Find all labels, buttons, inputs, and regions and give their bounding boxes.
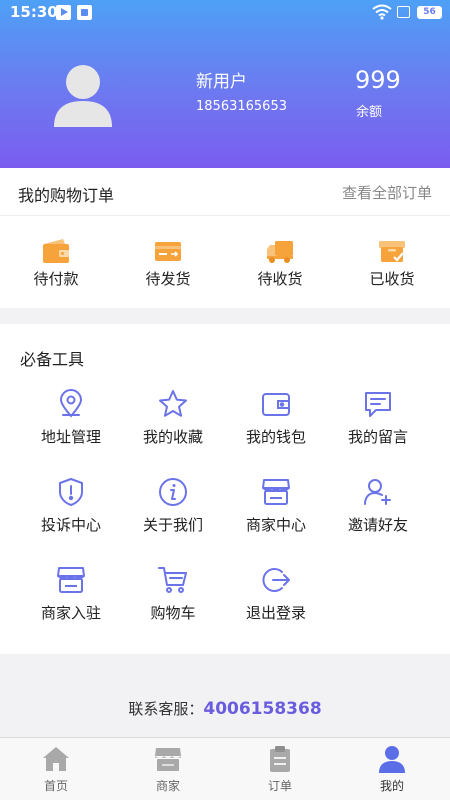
play-notification-icon: [56, 5, 71, 20]
contact-phone-link[interactable]: 4006158368: [203, 699, 321, 719]
box-check-icon: [379, 241, 405, 262]
tool-label: 关于我们: [142, 516, 203, 534]
tool-label: 退出登录: [245, 604, 306, 622]
tool-label: 邀请好友: [347, 516, 408, 534]
balance-label: 余额: [356, 105, 383, 120]
tool-label: 我的收藏: [142, 428, 203, 446]
tool-label: 商家入驻: [40, 604, 101, 622]
profile-header: 15:30 56 新用户 18563165653 999 余额: [0, 0, 450, 168]
status-bar: 15:30 56: [0, 0, 450, 26]
tab-label: 订单: [267, 779, 292, 793]
avatar[interactable]: [54, 55, 112, 127]
order-pending-shipment[interactable]: 待发货: [112, 226, 224, 306]
balance-value[interactable]: 999: [355, 66, 401, 94]
tab-label: 商家: [155, 779, 180, 793]
orders-card: 我的购物订单 查看全部订单 待付款 待发货 待收货 已收货: [0, 168, 450, 308]
customer-service: 联系客服：4006158368: [0, 698, 450, 719]
tab-label: 首页: [43, 779, 68, 793]
screen-icon: [397, 6, 410, 18]
message-icon: [365, 392, 391, 417]
order-label: 待付款: [33, 270, 79, 288]
shield-icon: [59, 478, 83, 506]
contact-label: 联系客服：: [128, 700, 204, 718]
tool-label: 商家中心: [245, 516, 306, 534]
wallet-icon: [262, 393, 290, 416]
order-label: 已收货: [369, 270, 415, 288]
tab-merchants[interactable]: 商家: [112, 738, 224, 800]
order-received[interactable]: 已收货: [336, 226, 448, 306]
home-icon: [43, 747, 69, 771]
tab-home[interactable]: 首页: [0, 738, 112, 800]
tool-label: 购物车: [150, 604, 196, 622]
user-icon: [379, 746, 405, 773]
tab-label: 我的: [379, 779, 404, 793]
bottom-tab-bar: 首页 商家 订单 我的: [0, 737, 450, 800]
star-icon: [159, 390, 187, 417]
tab-mine[interactable]: 我的: [336, 738, 448, 800]
app-notification-icon: [77, 5, 92, 20]
logout-icon: [262, 568, 290, 592]
tool-merchant-join[interactable]: 商家入驻: [19, 564, 123, 648]
order-pending-payment[interactable]: 待付款: [0, 226, 112, 306]
order-label: 待发货: [145, 270, 191, 288]
truck-icon: [267, 241, 293, 263]
cart-icon: [158, 567, 187, 593]
tool-about-us[interactable]: 关于我们: [121, 476, 225, 560]
battery-icon: 56: [417, 6, 442, 19]
add-user-icon: [364, 479, 391, 505]
orders-title: 我的购物订单: [18, 186, 115, 205]
store-icon: [262, 479, 290, 505]
tool-address-management[interactable]: 地址管理: [19, 388, 123, 472]
tool-label: 地址管理: [40, 428, 101, 446]
wifi-icon: [372, 4, 392, 20]
wallet-icon: [43, 239, 69, 263]
clipboard-icon: [270, 746, 290, 772]
status-time: 15:30: [10, 3, 58, 21]
phone-number: 18563165653: [196, 99, 287, 114]
order-pending-receipt[interactable]: 待收货: [224, 226, 336, 306]
view-all-orders-link[interactable]: 查看全部订单: [342, 182, 432, 203]
info-icon: [159, 478, 187, 506]
tool-label: 我的钱包: [245, 428, 306, 446]
tools-title: 必备工具: [20, 350, 85, 369]
tool-complaint-center[interactable]: 投诉中心: [19, 476, 123, 560]
tool-label: 投诉中心: [40, 516, 101, 534]
tool-my-favorites[interactable]: 我的收藏: [121, 388, 225, 472]
tools-card: 必备工具 地址管理 我的收藏 我的钱包 我的留言 投诉中心 关于我们 商家中心 …: [0, 324, 450, 654]
tool-logout[interactable]: 退出登录: [224, 564, 328, 648]
store-icon: [57, 567, 85, 593]
tool-my-wallet[interactable]: 我的钱包: [224, 388, 328, 472]
tool-label: 我的留言: [347, 428, 408, 446]
order-label: 待收货: [257, 270, 303, 288]
store-icon: [155, 748, 181, 771]
tool-merchant-center[interactable]: 商家中心: [224, 476, 328, 560]
username: 新用户: [196, 72, 247, 92]
orders-header: 我的购物订单 查看全部订单: [0, 168, 450, 216]
tab-orders[interactable]: 订单: [224, 738, 336, 800]
tool-invite-friends[interactable]: 邀请好友: [326, 476, 430, 560]
tool-my-messages[interactable]: 我的留言: [326, 388, 430, 472]
tool-shopping-cart[interactable]: 购物车: [121, 564, 225, 648]
location-icon: [59, 389, 83, 418]
card-icon: [155, 242, 181, 261]
